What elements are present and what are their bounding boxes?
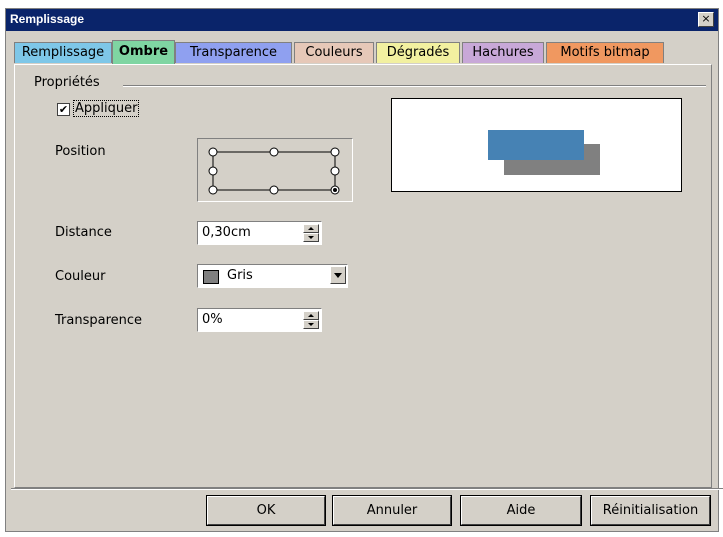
position-top-center[interactable]	[269, 147, 279, 157]
transparency-spinbox[interactable]: 0%	[197, 308, 322, 332]
transparency-value[interactable]: 0%	[202, 312, 223, 327]
up-arrow-icon	[308, 314, 314, 317]
transparency-down-button[interactable]	[303, 320, 319, 329]
distance-value[interactable]: 0,30cm	[202, 225, 251, 240]
tab-remplissage[interactable]: Remplissage	[14, 42, 112, 63]
color-label: Couleur	[55, 269, 106, 284]
help-button[interactable]: Aide	[460, 495, 582, 526]
chevron-down-icon	[334, 273, 342, 278]
tab-motifs-bitmap[interactable]: Motifs bitmap	[546, 42, 664, 63]
apply-label[interactable]: Appliquer	[73, 100, 140, 117]
ok-button[interactable]: OK	[206, 495, 326, 526]
position-top-right[interactable]	[330, 147, 340, 157]
preview-shape	[488, 130, 584, 160]
tab-ombre[interactable]: Ombre	[112, 40, 175, 64]
tab-hachures[interactable]: Hachures	[462, 42, 544, 63]
shadow-preview	[391, 98, 682, 192]
close-button[interactable]: ×	[698, 12, 714, 27]
apply-checkbox[interactable]: ✔	[57, 103, 70, 116]
section-title-proprietes: Propriétés	[34, 75, 100, 90]
transparency-label: Transparence	[55, 313, 143, 328]
shadow-position-selector[interactable]	[197, 138, 353, 202]
cancel-button[interactable]: Annuler	[332, 495, 452, 526]
window-title: Remplissage	[10, 12, 85, 26]
position-grid-svg	[208, 147, 340, 195]
position-selected-dot	[333, 188, 337, 192]
distance-up-button[interactable]	[303, 224, 319, 233]
position-bottom-left[interactable]	[208, 185, 218, 195]
transparency-spin-buttons[interactable]	[303, 311, 319, 329]
position-middle-right[interactable]	[330, 166, 340, 176]
reset-button[interactable]: Réinitialisation	[590, 495, 711, 526]
color-swatch	[203, 270, 219, 284]
color-value: Gris	[227, 268, 253, 283]
distance-label: Distance	[55, 225, 112, 240]
title-bar[interactable]: Remplissage ×	[6, 9, 718, 31]
distance-spin-buttons[interactable]	[303, 224, 319, 242]
position-middle-left[interactable]	[208, 166, 218, 176]
distance-down-button[interactable]	[303, 233, 319, 242]
color-dropdown-button[interactable]	[330, 266, 346, 284]
section-divider	[123, 85, 706, 87]
position-bottom-center[interactable]	[269, 185, 279, 195]
transparency-up-button[interactable]	[303, 311, 319, 320]
position-frame	[212, 151, 336, 191]
up-arrow-icon	[308, 227, 314, 230]
color-dropdown[interactable]: Gris	[197, 264, 348, 288]
distance-spinbox[interactable]: 0,30cm	[197, 221, 322, 245]
tab-transparence[interactable]: Transparence	[175, 42, 292, 63]
down-arrow-icon	[308, 236, 314, 239]
tab-couleurs[interactable]: Couleurs	[294, 42, 374, 63]
position-top-left[interactable]	[208, 147, 218, 157]
tab-degrades[interactable]: Dégradés	[376, 42, 460, 63]
bottom-separator	[11, 488, 723, 490]
position-label: Position	[55, 144, 106, 159]
down-arrow-icon	[308, 323, 314, 326]
